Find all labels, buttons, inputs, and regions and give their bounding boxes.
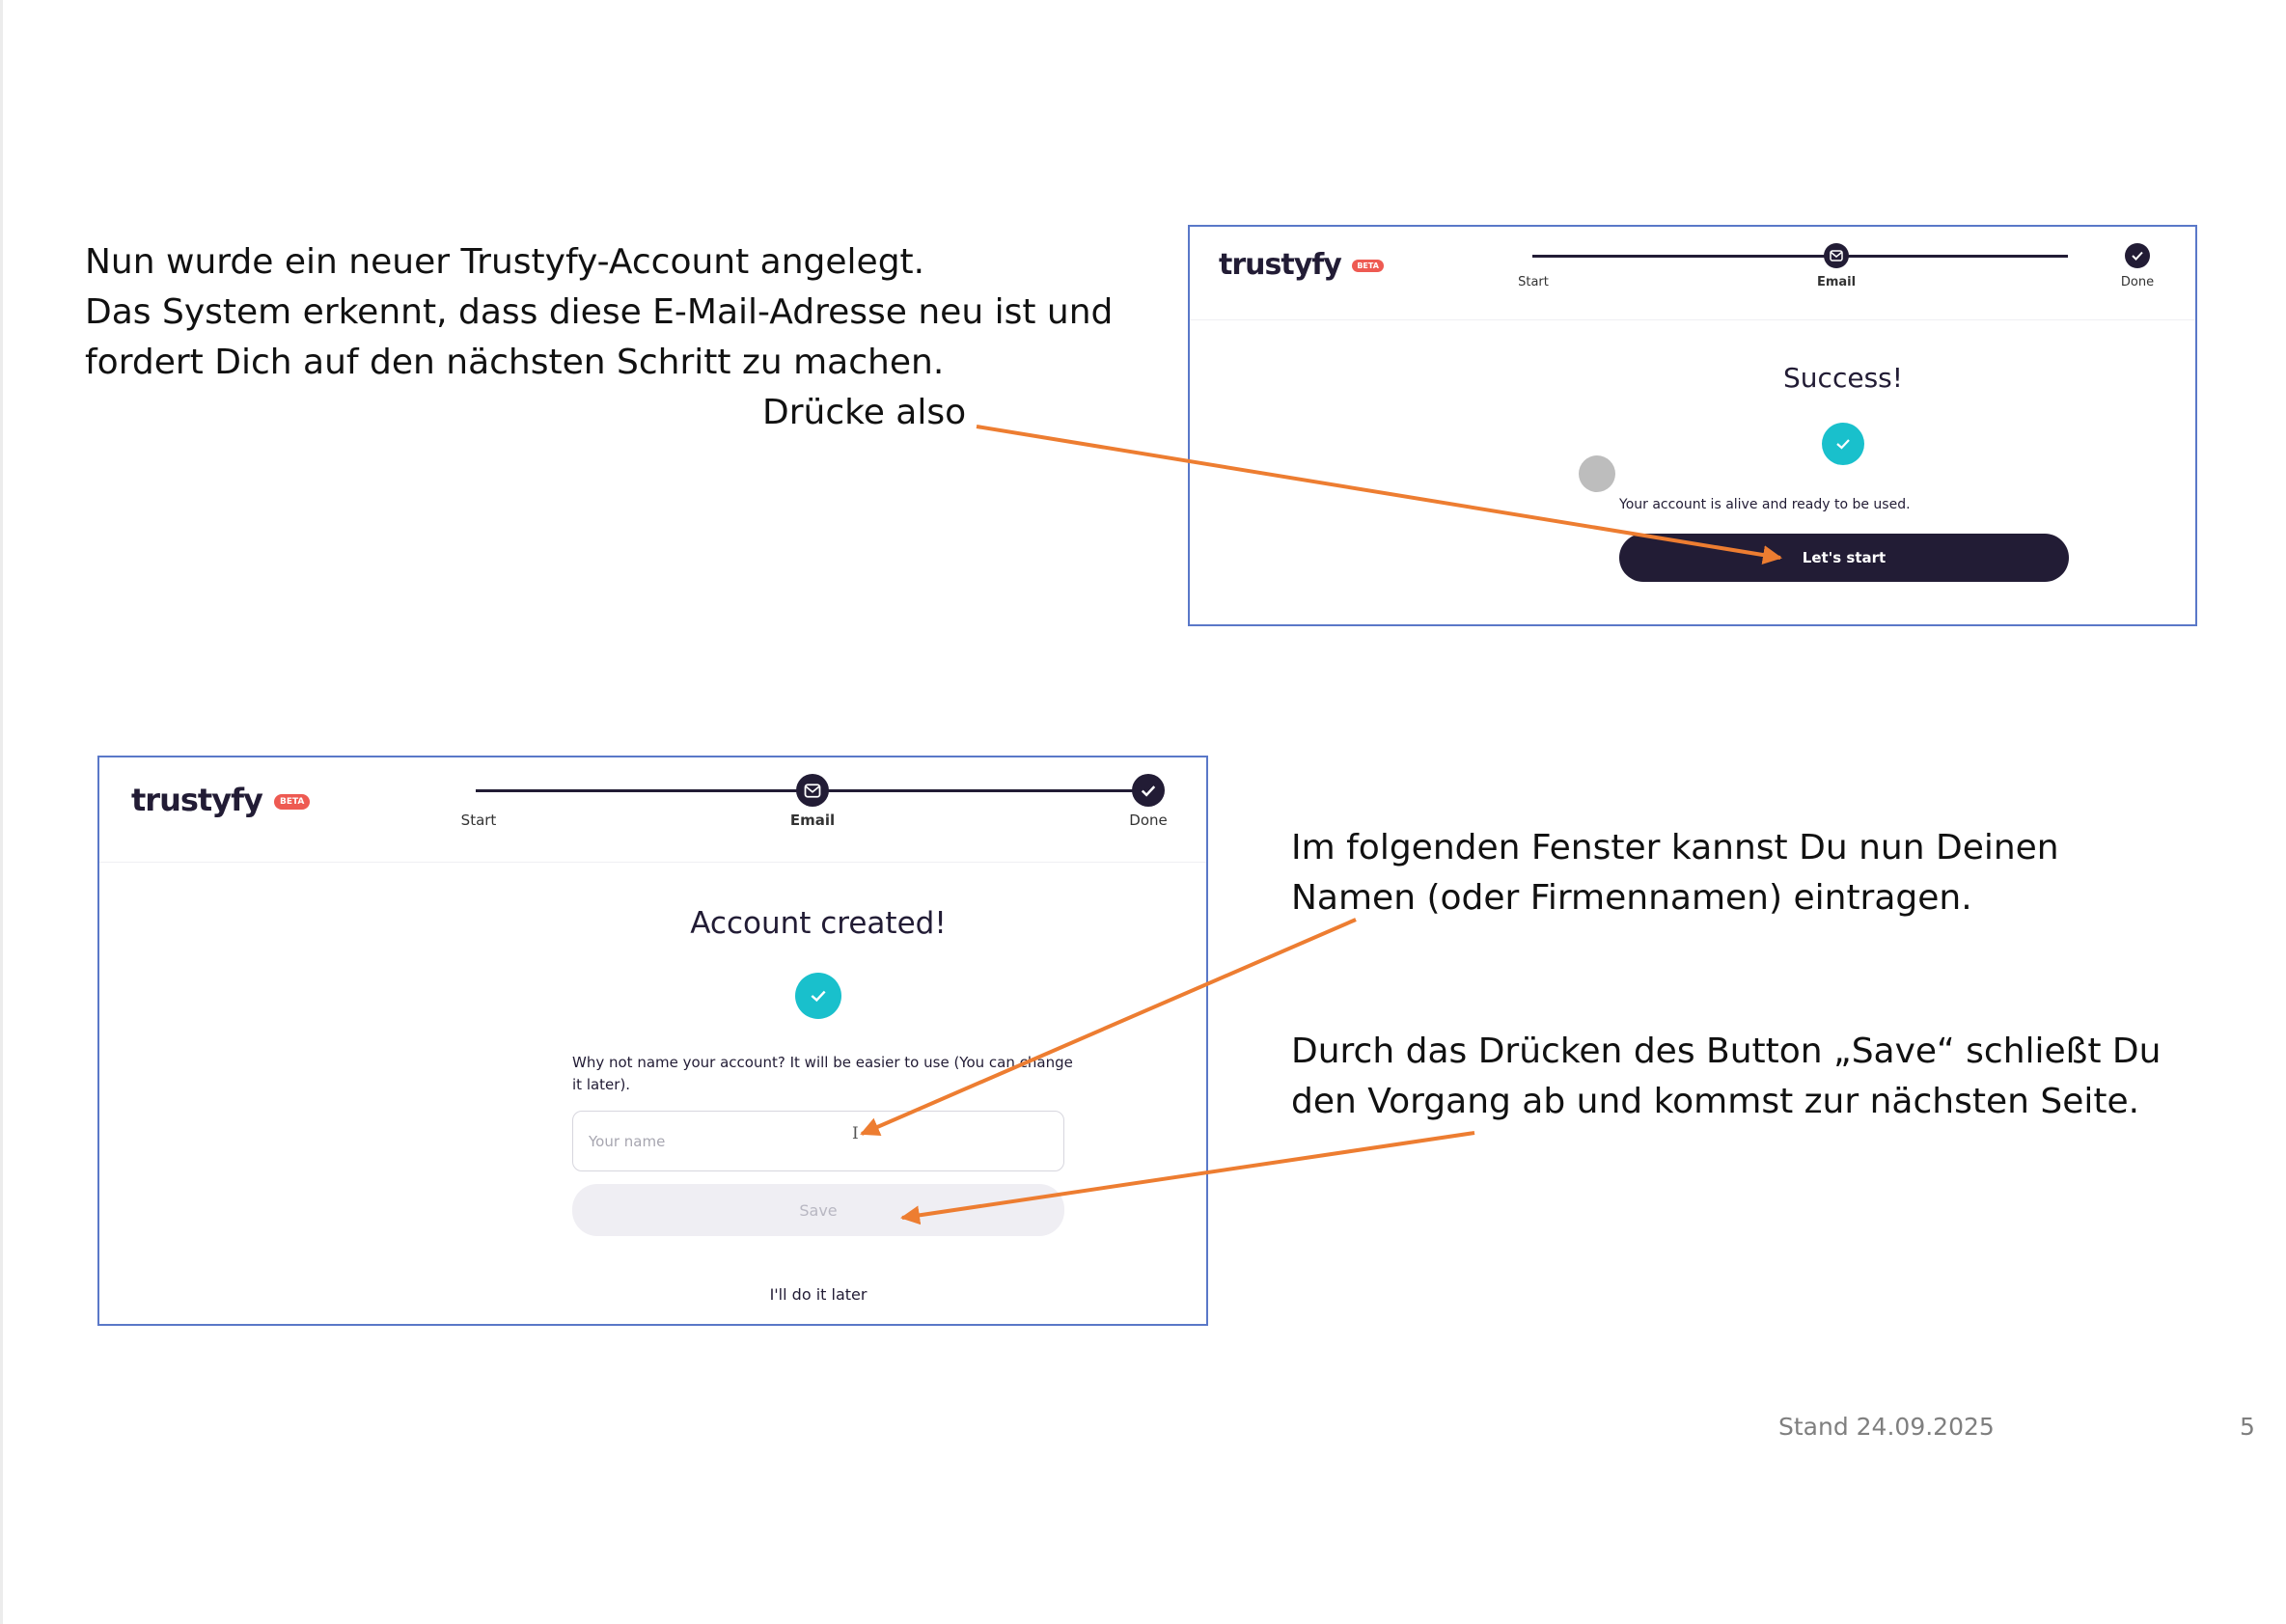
- arrow-to-save-button: [900, 1131, 1475, 1225]
- arrow-to-name-input: [860, 918, 1357, 1137]
- footer-date: Stand 24.09.2025: [1778, 1413, 1995, 1441]
- page-number: 5: [2240, 1413, 2255, 1441]
- annotation-arrows: [860, 425, 1782, 1225]
- arrow-to-lets-start: [976, 425, 1782, 564]
